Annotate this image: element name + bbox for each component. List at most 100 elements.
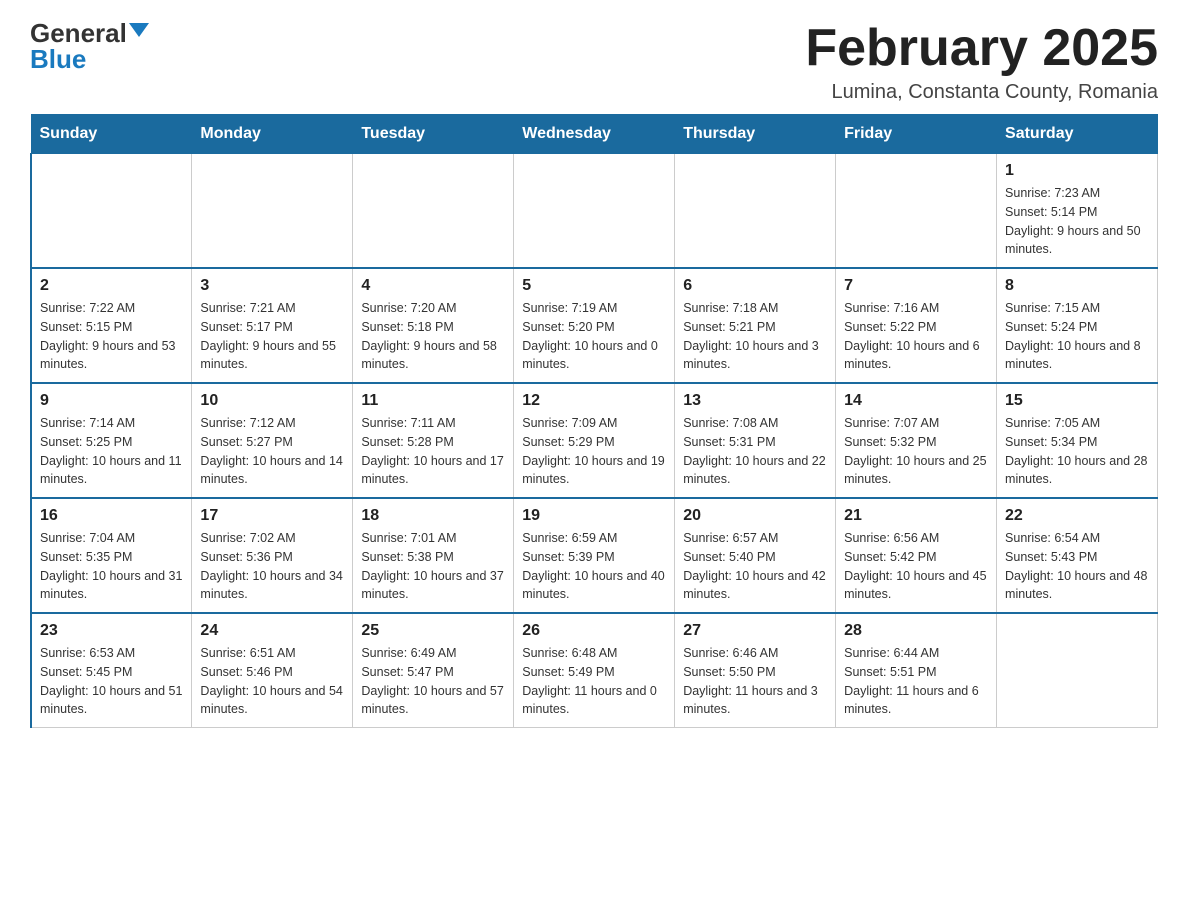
calendar-cell: 8 Sunrise: 7:15 AM Sunset: 5:24 PM Daylig… bbox=[997, 268, 1158, 383]
calendar-cell: 14 Sunrise: 7:07 AM Sunset: 5:32 PM Dayli… bbox=[836, 383, 997, 498]
calendar-cell bbox=[997, 613, 1158, 728]
calendar-cell: 21 Sunrise: 6:56 AM Sunset: 5:42 PM Dayli… bbox=[836, 498, 997, 613]
day-number: 24 bbox=[200, 622, 344, 640]
day-number: 6 bbox=[683, 277, 827, 295]
calendar-cell: 17 Sunrise: 7:02 AM Sunset: 5:36 PM Dayli… bbox=[192, 498, 353, 613]
day-number: 7 bbox=[844, 277, 988, 295]
calendar-cell: 23Sunrise: 6:53 AM Sunset: 5:45 PM Dayli… bbox=[31, 613, 192, 728]
day-info: Sunrise: 7:14 AM Sunset: 5:25 PM Dayligh… bbox=[40, 414, 183, 489]
calendar-cell: 7 Sunrise: 7:16 AM Sunset: 5:22 PM Daylig… bbox=[836, 268, 997, 383]
calendar-subtitle: Lumina, Constanta County, Romania bbox=[805, 81, 1158, 104]
day-of-week-thursday: Thursday bbox=[675, 115, 836, 154]
day-number: 2 bbox=[40, 277, 183, 295]
calendar-cell: 28 Sunrise: 6:44 AM Sunset: 5:51 PM Dayli… bbox=[836, 613, 997, 728]
calendar-cell bbox=[192, 154, 353, 269]
day-info: Sunrise: 6:48 AM Sunset: 5:49 PM Dayligh… bbox=[522, 644, 666, 719]
day-info: Sunrise: 6:46 AM Sunset: 5:50 PM Dayligh… bbox=[683, 644, 827, 719]
calendar-cell: 24 Sunrise: 6:51 AM Sunset: 5:46 PM Dayli… bbox=[192, 613, 353, 728]
calendar-table: SundayMondayTuesdayWednesdayThursdayFrid… bbox=[30, 114, 1158, 728]
day-number: 27 bbox=[683, 622, 827, 640]
calendar-cell bbox=[31, 154, 192, 269]
calendar-cell bbox=[353, 154, 514, 269]
calendar-cell: 16 Sunrise: 7:04 AM Sunset: 5:35 PM Dayli… bbox=[31, 498, 192, 613]
day-number: 5 bbox=[522, 277, 666, 295]
day-info: Sunrise: 6:44 AM Sunset: 5:51 PM Dayligh… bbox=[844, 644, 988, 719]
day-number: 9 bbox=[40, 392, 183, 410]
day-info: Sunrise: 7:19 AM Sunset: 5:20 PM Dayligh… bbox=[522, 299, 666, 374]
day-info: Sunrise: 7:07 AM Sunset: 5:32 PM Dayligh… bbox=[844, 414, 988, 489]
day-info: Sunrise: 7:08 AM Sunset: 5:31 PM Dayligh… bbox=[683, 414, 827, 489]
day-info: Sunrise: 6:51 AM Sunset: 5:46 PM Dayligh… bbox=[200, 644, 344, 719]
calendar-cell: 6 Sunrise: 7:18 AM Sunset: 5:21 PM Daylig… bbox=[675, 268, 836, 383]
calendar-cell: 12 Sunrise: 7:09 AM Sunset: 5:29 PM Dayli… bbox=[514, 383, 675, 498]
calendar-cell: 26 Sunrise: 6:48 AM Sunset: 5:49 PM Dayli… bbox=[514, 613, 675, 728]
calendar-cell: 5 Sunrise: 7:19 AM Sunset: 5:20 PM Daylig… bbox=[514, 268, 675, 383]
logo-blue-text: Blue bbox=[30, 46, 86, 72]
day-number: 14 bbox=[844, 392, 988, 410]
day-info: Sunrise: 7:21 AM Sunset: 5:17 PM Dayligh… bbox=[200, 299, 344, 374]
day-info: Sunrise: 7:12 AM Sunset: 5:27 PM Dayligh… bbox=[200, 414, 344, 489]
day-info: Sunrise: 7:01 AM Sunset: 5:38 PM Dayligh… bbox=[361, 529, 505, 604]
calendar-cell: 13 Sunrise: 7:08 AM Sunset: 5:31 PM Dayli… bbox=[675, 383, 836, 498]
days-of-week-row: SundayMondayTuesdayWednesdayThursdayFrid… bbox=[31, 115, 1158, 154]
calendar-cell: 3Sunrise: 7:21 AM Sunset: 5:17 PM Daylig… bbox=[192, 268, 353, 383]
calendar-cell bbox=[675, 154, 836, 269]
calendar-cell: 15 Sunrise: 7:05 AM Sunset: 5:34 PM Dayli… bbox=[997, 383, 1158, 498]
day-number: 15 bbox=[1005, 392, 1149, 410]
day-number: 18 bbox=[361, 507, 505, 525]
calendar-cell: 9 Sunrise: 7:14 AM Sunset: 5:25 PM Daylig… bbox=[31, 383, 192, 498]
day-number: 28 bbox=[844, 622, 988, 640]
week-row-3: 9 Sunrise: 7:14 AM Sunset: 5:25 PM Daylig… bbox=[31, 383, 1158, 498]
day-of-week-tuesday: Tuesday bbox=[353, 115, 514, 154]
day-number: 8 bbox=[1005, 277, 1149, 295]
calendar-cell: 22Sunrise: 6:54 AM Sunset: 5:43 PM Dayli… bbox=[997, 498, 1158, 613]
day-number: 16 bbox=[40, 507, 183, 525]
day-of-week-wednesday: Wednesday bbox=[514, 115, 675, 154]
logo: General Blue bbox=[30, 20, 149, 72]
calendar-cell: 20 Sunrise: 6:57 AM Sunset: 5:40 PM Dayli… bbox=[675, 498, 836, 613]
day-of-week-friday: Friday bbox=[836, 115, 997, 154]
day-number: 21 bbox=[844, 507, 988, 525]
calendar-cell: 25 Sunrise: 6:49 AM Sunset: 5:47 PM Dayli… bbox=[353, 613, 514, 728]
calendar-cell: 18 Sunrise: 7:01 AM Sunset: 5:38 PM Dayli… bbox=[353, 498, 514, 613]
week-row-4: 16 Sunrise: 7:04 AM Sunset: 5:35 PM Dayli… bbox=[31, 498, 1158, 613]
day-info: Sunrise: 7:04 AM Sunset: 5:35 PM Dayligh… bbox=[40, 529, 183, 604]
day-number: 1 bbox=[1005, 162, 1149, 180]
day-number: 13 bbox=[683, 392, 827, 410]
day-of-week-sunday: Sunday bbox=[31, 115, 192, 154]
calendar-cell: 27 Sunrise: 6:46 AM Sunset: 5:50 PM Dayli… bbox=[675, 613, 836, 728]
calendar-cell bbox=[836, 154, 997, 269]
day-of-week-monday: Monday bbox=[192, 115, 353, 154]
day-number: 20 bbox=[683, 507, 827, 525]
day-info: Sunrise: 7:09 AM Sunset: 5:29 PM Dayligh… bbox=[522, 414, 666, 489]
day-info: Sunrise: 6:57 AM Sunset: 5:40 PM Dayligh… bbox=[683, 529, 827, 604]
day-info: Sunrise: 7:05 AM Sunset: 5:34 PM Dayligh… bbox=[1005, 414, 1149, 489]
calendar-cell: 10Sunrise: 7:12 AM Sunset: 5:27 PM Dayli… bbox=[192, 383, 353, 498]
day-info: Sunrise: 7:18 AM Sunset: 5:21 PM Dayligh… bbox=[683, 299, 827, 374]
calendar-cell: 1 Sunrise: 7:23 AM Sunset: 5:14 PM Daylig… bbox=[997, 154, 1158, 269]
day-info: Sunrise: 7:02 AM Sunset: 5:36 PM Dayligh… bbox=[200, 529, 344, 604]
day-info: Sunrise: 6:59 AM Sunset: 5:39 PM Dayligh… bbox=[522, 529, 666, 604]
calendar-cell: 2 Sunrise: 7:22 AM Sunset: 5:15 PM Daylig… bbox=[31, 268, 192, 383]
day-number: 22 bbox=[1005, 507, 1149, 525]
day-number: 25 bbox=[361, 622, 505, 640]
calendar-title: February 2025 bbox=[805, 20, 1158, 77]
week-row-5: 23Sunrise: 6:53 AM Sunset: 5:45 PM Dayli… bbox=[31, 613, 1158, 728]
day-number: 4 bbox=[361, 277, 505, 295]
day-number: 19 bbox=[522, 507, 666, 525]
day-info: Sunrise: 7:16 AM Sunset: 5:22 PM Dayligh… bbox=[844, 299, 988, 374]
calendar-cell: 11Sunrise: 7:11 AM Sunset: 5:28 PM Dayli… bbox=[353, 383, 514, 498]
day-number: 26 bbox=[522, 622, 666, 640]
day-info: Sunrise: 7:23 AM Sunset: 5:14 PM Dayligh… bbox=[1005, 184, 1149, 259]
week-row-2: 2 Sunrise: 7:22 AM Sunset: 5:15 PM Daylig… bbox=[31, 268, 1158, 383]
day-number: 12 bbox=[522, 392, 666, 410]
day-info: Sunrise: 6:56 AM Sunset: 5:42 PM Dayligh… bbox=[844, 529, 988, 604]
day-number: 11 bbox=[361, 392, 505, 410]
day-info: Sunrise: 6:53 AM Sunset: 5:45 PM Dayligh… bbox=[40, 644, 183, 719]
day-info: Sunrise: 7:15 AM Sunset: 5:24 PM Dayligh… bbox=[1005, 299, 1149, 374]
week-row-1: 1 Sunrise: 7:23 AM Sunset: 5:14 PM Daylig… bbox=[31, 154, 1158, 269]
page-header: General Blue February 2025 Lumina, Const… bbox=[30, 20, 1158, 104]
day-info: Sunrise: 6:49 AM Sunset: 5:47 PM Dayligh… bbox=[361, 644, 505, 719]
day-number: 17 bbox=[200, 507, 344, 525]
day-info: Sunrise: 7:22 AM Sunset: 5:15 PM Dayligh… bbox=[40, 299, 183, 374]
